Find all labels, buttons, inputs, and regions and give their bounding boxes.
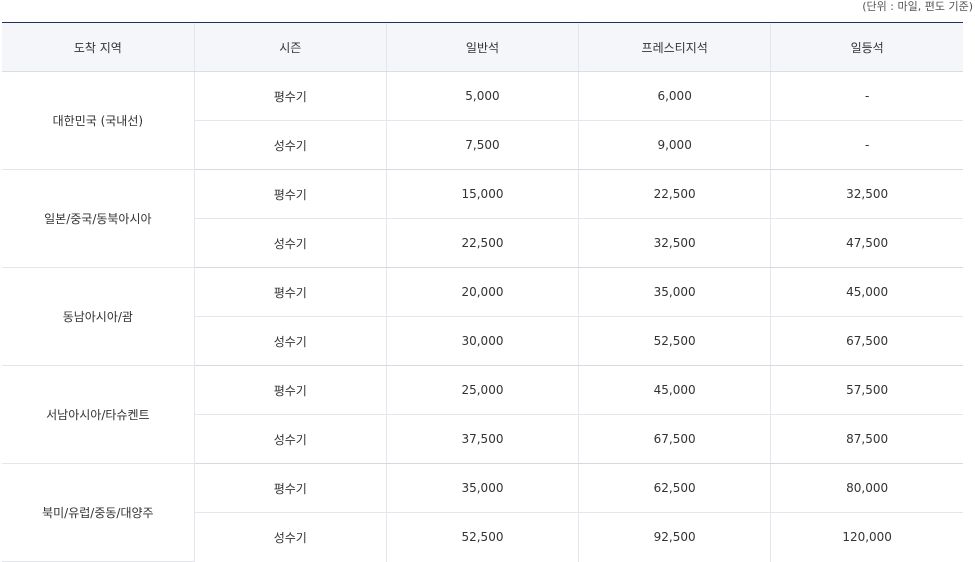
table-row: 북미/유럽/중동/대양주 평수기 35,000 62,500 80,000 [2,463,963,562]
first-cell: 32,500 [770,169,963,219]
table-row: 동남아시아/괌 평수기 20,000 35,000 45,000 [2,267,963,366]
prestige-cell: 62,500 [578,463,771,513]
season-cell: 성수기 [193,316,387,366]
season-cell: 평수기 [193,267,387,317]
first-cell: - [770,71,963,121]
economy-cell: 5,000 [385,71,579,121]
season-cell: 평수기 [193,365,387,415]
table-row: 일본/중국/동북아시아 평수기 15,000 22,500 32,500 [2,169,963,268]
first-cell: 45,000 [770,267,963,317]
economy-cell: 35,000 [385,463,579,513]
season-cell: 성수기 [193,512,387,562]
first-cell: 80,000 [770,463,963,513]
table-row: 서남아시아/타슈켄트 평수기 25,000 45,000 57,500 [2,365,963,464]
season-cell: 평수기 [193,169,387,219]
prestige-cell: 52,500 [578,316,771,366]
economy-cell: 30,000 [385,316,579,366]
prestige-cell: 6,000 [578,71,771,121]
table-body: 대한민국 (국내선) 평수기 5,000 6,000 - 성수기 7,500 9… [2,71,963,562]
table-header: 도착 지역 시즌 일반석 프레스티지석 일등석 [2,22,963,72]
mileage-fare-table: 도착 지역 시즌 일반석 프레스티지석 일등석 대한민국 (국내선) 평수기 5… [2,22,963,562]
table-row: 대한민국 (국내선) 평수기 5,000 6,000 - [2,71,963,170]
economy-cell: 52,500 [385,512,579,562]
first-cell: 47,500 [770,218,963,268]
header-season: 시즌 [193,22,387,72]
region-cell: 일본/중국/동북아시아 [2,169,195,268]
header-economy: 일반석 [385,22,579,72]
economy-cell: 15,000 [385,169,579,219]
prestige-cell: 45,000 [578,365,771,415]
header-region: 도착 지역 [2,22,195,72]
economy-cell: 7,500 [385,120,579,170]
prestige-cell: 35,000 [578,267,771,317]
first-cell: 57,500 [770,365,963,415]
season-cell: 성수기 [193,120,387,170]
season-cell: 성수기 [193,218,387,268]
region-cell: 서남아시아/타슈켄트 [2,365,195,464]
economy-cell: 22,500 [385,218,579,268]
first-cell: 120,000 [770,512,963,562]
season-cell: 평수기 [193,71,387,121]
first-cell: 67,500 [770,316,963,366]
region-cell: 대한민국 (국내선) [2,71,195,170]
first-cell: 87,500 [770,414,963,464]
region-cell: 북미/유럽/중동/대양주 [2,463,195,562]
prestige-cell: 32,500 [578,218,771,268]
economy-cell: 25,000 [385,365,579,415]
unit-note: (단위 : 마일, 편도 기준) [862,0,973,13]
header-prestige: 프레스티지석 [578,22,771,72]
prestige-cell: 22,500 [578,169,771,219]
prestige-cell: 92,500 [578,512,771,562]
prestige-cell: 9,000 [578,120,771,170]
region-cell: 동남아시아/괌 [2,267,195,366]
season-cell: 평수기 [193,463,387,513]
header-first: 일등석 [770,22,963,72]
economy-cell: 37,500 [385,414,579,464]
prestige-cell: 67,500 [578,414,771,464]
economy-cell: 20,000 [385,267,579,317]
season-cell: 성수기 [193,414,387,464]
first-cell: - [770,120,963,170]
header-row: 도착 지역 시즌 일반석 프레스티지석 일등석 [2,22,963,72]
